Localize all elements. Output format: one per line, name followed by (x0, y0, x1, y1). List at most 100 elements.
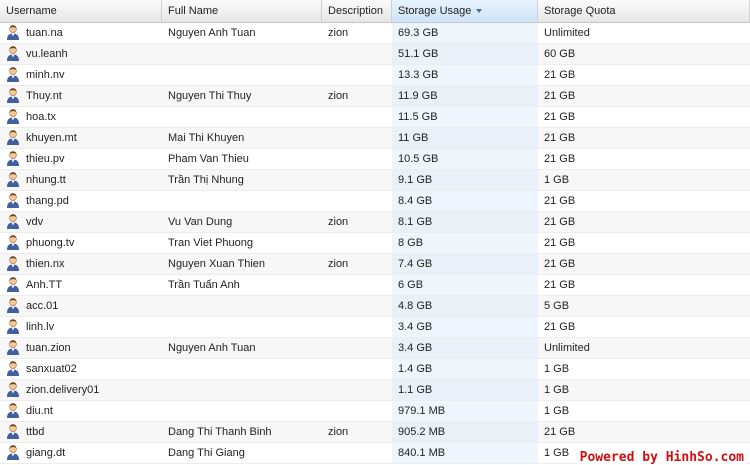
username-text: khuyen.mt (26, 132, 77, 144)
cell-full-name: Vu Van Dung (168, 216, 233, 228)
table-row[interactable]: thien.nx Nguyen Xuan Thien zion 7.4 GB 21 GB (0, 254, 750, 275)
table-row[interactable]: phuong.tv Tran Viet Phuong 8 GB 21 GB (0, 233, 750, 254)
table-row[interactable]: khuyen.mt Mai Thi Khuyen 11 GB 21 GB (0, 128, 750, 149)
cell-full-name: Pham Van Thieu (168, 153, 249, 165)
table-row[interactable]: vu.leanh 51.1 GB 60 GB (0, 44, 750, 65)
cell-username: thieu.pv (0, 149, 162, 169)
cell-username: sanxuat02 (0, 359, 162, 379)
table-row[interactable]: zion.delivery01 1.1 GB 1 GB (0, 380, 750, 401)
user-icon (6, 150, 20, 167)
table-row[interactable]: diu.nt 979.1 MB 1 GB (0, 401, 750, 422)
user-icon (6, 87, 20, 104)
user-icon (6, 213, 20, 230)
table-row[interactable]: tuan.na Nguyen Anh Tuan zion 69.3 GB Unlimit… (0, 23, 750, 44)
table-row[interactable]: thang.pd 8.4 GB 21 GB (0, 191, 750, 212)
user-icon (6, 171, 20, 188)
cell-storage-quota: 21 GB (544, 69, 576, 81)
cell-username: vdv (0, 212, 162, 232)
user-storage-grid: Username Full Name Description Storage U… (0, 0, 750, 464)
column-header-storage-usage[interactable]: Storage Usage (392, 0, 538, 22)
cell-full-name (162, 44, 322, 64)
cell-description (322, 170, 392, 190)
cell-full-name (162, 401, 322, 421)
table-row[interactable]: Thuy.nt Nguyen Thi Thuy zion 11.9 GB 21 GB (0, 86, 750, 107)
cell-description (322, 191, 392, 211)
username-text: thien.nx (26, 258, 65, 270)
cell-full-name: Nguyen Anh Tuan (168, 27, 256, 39)
cell-description (322, 296, 392, 316)
cell-username: thien.nx (0, 254, 162, 274)
user-icon (6, 24, 20, 41)
cell-description (322, 317, 392, 337)
cell-storage-quota: 21 GB (544, 111, 576, 123)
table-row[interactable]: vdv Vu Van Dung zion 8.1 GB 21 GB (0, 212, 750, 233)
cell-storage-usage: 7.4 GB (392, 254, 538, 274)
user-icon (6, 297, 20, 314)
cell-description: zion (328, 90, 349, 102)
cell-username: khuyen.mt (0, 128, 162, 148)
cell-description (322, 149, 392, 169)
cell-description: zion (328, 258, 349, 270)
table-row[interactable]: ttbd Dang Thi Thanh Binh zion 905.2 MB 21 GB (0, 422, 750, 443)
cell-full-name (162, 296, 322, 316)
username-text: ttbd (26, 426, 45, 438)
user-icon (6, 423, 20, 440)
cell-username: vu.leanh (0, 44, 162, 64)
cell-description (322, 359, 392, 379)
table-row[interactable]: acc.01 4.8 GB 5 GB (0, 296, 750, 317)
username-text: giang.dt (26, 447, 66, 459)
table-row[interactable]: thieu.pv Pham Van Thieu 10.5 GB 21 GB (0, 149, 750, 170)
cell-description: zion (328, 27, 349, 39)
cell-full-name (162, 317, 322, 337)
cell-username: acc.01 (0, 296, 162, 316)
cell-description (322, 65, 392, 85)
username-text: phuong.tv (26, 237, 75, 249)
table-row[interactable]: nhung.tt Trần Thị Nhung 9.1 GB 1 GB (0, 170, 750, 191)
username-text: thang.pd (26, 195, 69, 207)
table-row[interactable]: hoa.tx 11.5 GB 21 GB (0, 107, 750, 128)
cell-storage-usage: 840.1 MB (392, 443, 538, 463)
table-row[interactable]: minh.nv 13.3 GB 21 GB (0, 65, 750, 86)
cell-username: ttbd (0, 422, 162, 442)
table-row[interactable]: tuan.zion Nguyen Anh Tuan 3.4 GB Unlimited (0, 338, 750, 359)
column-header-full-name[interactable]: Full Name (162, 0, 322, 22)
user-icon (6, 318, 20, 335)
column-header-label: Description (328, 5, 384, 17)
username-text: minh.nv (26, 69, 65, 81)
column-header-label: Storage Usage (398, 5, 472, 17)
cell-full-name (162, 359, 322, 379)
cell-username: zion.delivery01 (0, 380, 162, 400)
username-text: hoa.tx (26, 111, 56, 123)
cell-storage-usage: 1.4 GB (392, 359, 538, 379)
cell-storage-usage: 905.2 MB (392, 422, 538, 442)
cell-storage-quota: 21 GB (544, 258, 576, 270)
username-text: zion.delivery01 (26, 384, 100, 396)
cell-username: diu.nt (0, 401, 162, 421)
cell-storage-usage: 8 GB (392, 233, 538, 253)
cell-username: tuan.na (0, 23, 162, 43)
cell-username: Anh.TT (0, 275, 162, 295)
cell-storage-quota: 21 GB (544, 279, 576, 291)
table-row[interactable]: linh.lv 3.4 GB 21 GB (0, 317, 750, 338)
table-row[interactable]: sanxuat02 1.4 GB 1 GB (0, 359, 750, 380)
sort-descending-icon (476, 9, 483, 14)
username-text: tuan.zion (26, 342, 71, 354)
cell-storage-quota: 21 GB (544, 426, 576, 438)
cell-full-name: Mai Thi Khuyen (168, 132, 245, 144)
user-icon (6, 402, 20, 419)
column-header-storage-quota[interactable]: Storage Quota (538, 0, 750, 22)
cell-storage-quota: 1 GB (544, 384, 570, 396)
column-header-description[interactable]: Description (322, 0, 392, 22)
cell-storage-usage: 1.1 GB (392, 380, 538, 400)
table-row[interactable]: Anh.TT Trần Tuấn Anh 6 GB 21 GB (0, 275, 750, 296)
cell-storage-quota: 21 GB (544, 237, 576, 249)
column-header-username[interactable]: Username (0, 0, 162, 22)
cell-description (322, 128, 392, 148)
cell-storage-usage: 9.1 GB (392, 170, 538, 190)
username-text: Anh.TT (26, 279, 63, 291)
cell-description (322, 107, 392, 127)
cell-storage-quota: 21 GB (544, 90, 576, 102)
username-text: sanxuat02 (26, 363, 77, 375)
cell-description (322, 338, 392, 358)
cell-storage-quota: 21 GB (544, 321, 576, 333)
